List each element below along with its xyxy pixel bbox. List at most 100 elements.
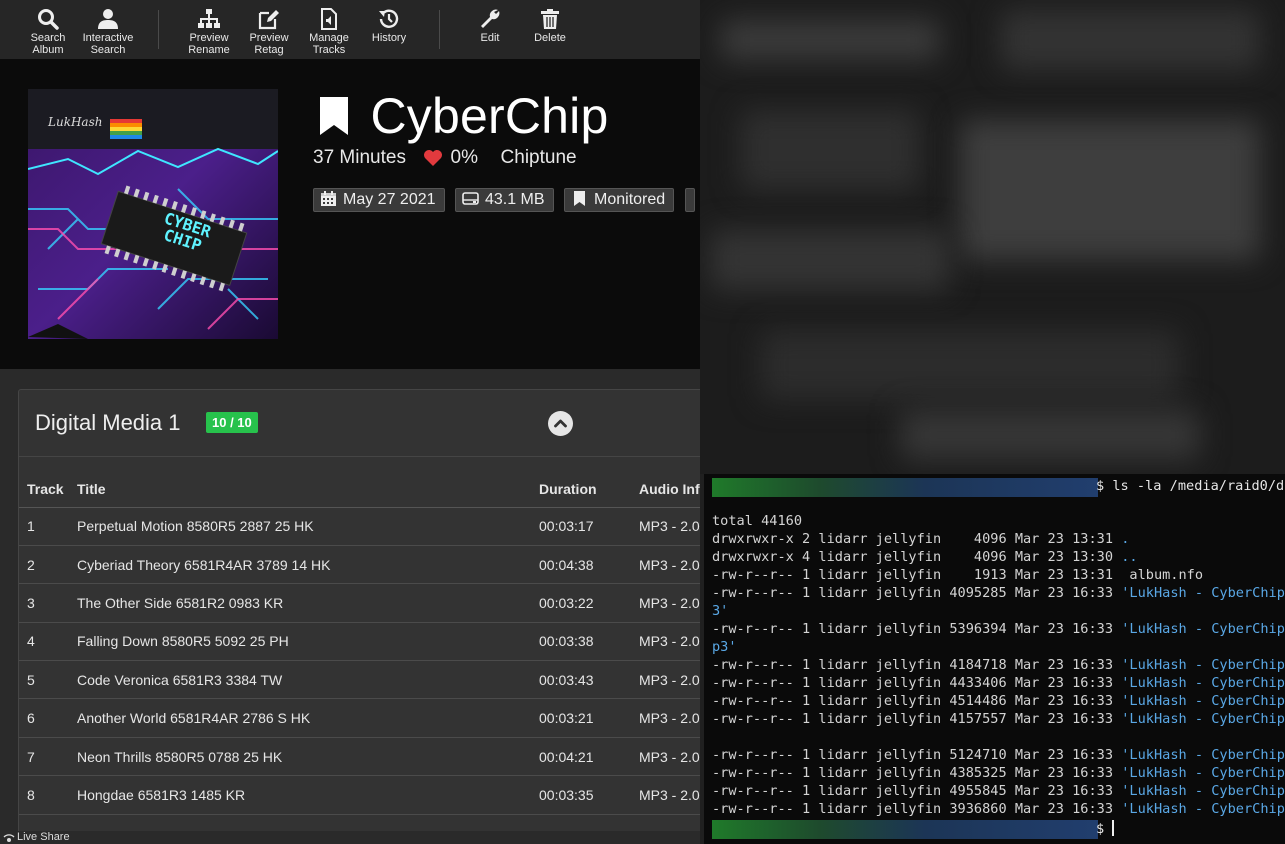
- size-tag: 43.1 MB: [454, 188, 554, 212]
- terminal-line: -rw-r--r-- 1 lidarr jellyfin 1913 Mar 23…: [712, 566, 1203, 584]
- terminal-line: -rw-r--r-- 1 lidarr jellyfin 4157557 Mar…: [712, 710, 1285, 728]
- interactive-search-button[interactable]: Interactive Search: [76, 4, 140, 56]
- manage-tracks-button[interactable]: Manage Tracks: [297, 4, 361, 56]
- column-track[interactable]: Track: [19, 472, 77, 508]
- terminal-line-text: -rw-r--r-- 1 lidarr jellyfin 5396394 Mar…: [712, 621, 1122, 637]
- track-duration: 00:03:38: [539, 622, 639, 662]
- track-audio-info: MP3 - 2.0: [639, 775, 700, 815]
- terminal-prompt: $: [1096, 820, 1115, 837]
- album-duration: 37 Minutes: [313, 147, 406, 168]
- monitored-status: Monitored: [594, 191, 666, 208]
- terminal-line: total 44160: [712, 512, 802, 530]
- search-icon: [34, 4, 62, 32]
- audio-file-icon: [315, 4, 343, 32]
- album-details-tags: May 27 2021 43.1 MB Monitored: [313, 188, 700, 212]
- track-number: 5: [19, 660, 77, 700]
- track-table: Track Title Duration Audio Info 1Perpetu…: [19, 472, 700, 815]
- search-album-label: Search Album: [30, 32, 66, 56]
- track-duration: 00:03:22: [539, 583, 639, 623]
- terminal-line: -rw-r--r-- 1 lidarr jellyfin 4433406 Mar…: [712, 674, 1285, 692]
- album-meta: 37 Minutes 0% Chiptune: [313, 147, 577, 169]
- terminal-filename: 'LukHash - CyberChip -: [1121, 711, 1285, 727]
- live-share-icon: [3, 832, 15, 844]
- track-title: Another World 6581R4AR 2786 S HK: [77, 698, 539, 738]
- terminal-line-text: drwxrwxr-x 2 lidarr jellyfin 4096 Mar 23…: [712, 531, 1122, 547]
- track-row[interactable]: 8 Hongdae 6581R3 1485 KR 00:03:35 MP3 - 2.0: [19, 775, 700, 815]
- monitored-tag: Monitored: [564, 188, 675, 212]
- terminal-filename: p3': [712, 639, 737, 655]
- delete-button[interactable]: Delete: [518, 4, 582, 44]
- toolbar-divider: [158, 10, 159, 49]
- track-row[interactable]: 3 The Other Side 6581R2 0983 KR 00:03:22 MP…: [19, 583, 700, 623]
- terminal-command: $ ls -la /media/raid0/da: [1096, 478, 1285, 494]
- terminal-line-text: -rw-r--r-- 1 lidarr jellyfin 4095285 Mar…: [712, 585, 1122, 601]
- drive-icon: [462, 191, 485, 208]
- track-title: Perpetual Motion 8580R5 2887 25 HK: [77, 507, 539, 546]
- release-date: May 27 2021: [343, 191, 436, 208]
- track-title: Neon Thrills 8580R5 0788 25 HK: [77, 737, 539, 777]
- terminal-line-text: -rw-r--r-- 1 lidarr jellyfin 4157557 Mar…: [712, 711, 1122, 727]
- track-title: Cyberiad Theory 6581R4AR 3789 14 HK: [77, 545, 539, 585]
- monitor-toggle-bookmark-icon[interactable]: [318, 95, 350, 137]
- live-share-label: Live Share: [17, 831, 70, 843]
- terminal-line: -rw-r--r-- 1 lidarr jellyfin 5396394 Mar…: [712, 620, 1285, 638]
- edit-icon: [255, 4, 283, 32]
- terminal-line: drwxrwxr-x 2 lidarr jellyfin 4096 Mar 23…: [712, 530, 1129, 548]
- sitemap-icon: [195, 4, 223, 32]
- terminal-line: drwxrwxr-x 4 lidarr jellyfin 4096 Mar 23…: [712, 548, 1138, 566]
- track-number: 2: [19, 545, 77, 585]
- track-number: 4: [19, 622, 77, 662]
- album-header: LukHash CYBER CHIP CyberChip 37 Minutes …: [0, 59, 700, 369]
- terminal-cursor: [1112, 820, 1115, 836]
- column-audio-info[interactable]: Audio Info: [639, 472, 700, 508]
- toolbar-divider: [439, 10, 440, 49]
- cover-artist-text: LukHash: [48, 115, 103, 129]
- edit-button[interactable]: Edit: [458, 4, 522, 44]
- blurred-background-window: [700, 0, 1285, 474]
- terminal-filename: 'LukHash - CyberChip -: [1121, 675, 1285, 691]
- track-title: The Other Side 6581R2 0983 KR: [77, 583, 539, 623]
- track-number: 6: [19, 698, 77, 738]
- track-row[interactable]: 6 Another World 6581R4AR 2786 S HK 00:03:2…: [19, 698, 700, 738]
- terminal-filename: 'LukHash - CyberChip -: [1121, 621, 1285, 637]
- terminal-filename: 'LukHash - CyberChip -: [1121, 783, 1285, 799]
- track-number: 1: [19, 507, 77, 546]
- history-button[interactable]: History: [357, 4, 421, 44]
- preview-rename-button[interactable]: Preview Rename: [177, 4, 241, 56]
- preview-retag-button[interactable]: Preview Retag: [237, 4, 301, 56]
- track-row[interactable]: 2 Cyberiad Theory 6581R4AR 3789 14 HK 00:0…: [19, 545, 700, 585]
- terminal-line: -rw-r--r-- 1 lidarr jellyfin 4095285 Mar…: [712, 584, 1285, 602]
- track-row[interactable]: 7 Neon Thrills 8580R5 0788 25 HK 00:04:21 M…: [19, 737, 700, 777]
- preview-rename-label: Preview Rename: [188, 32, 230, 56]
- column-duration[interactable]: Duration: [539, 472, 639, 508]
- track-duration: 00:03:21: [539, 698, 639, 738]
- chevron-up-icon: [554, 419, 567, 428]
- track-table-header: Track Title Duration Audio Info: [19, 472, 700, 508]
- track-row[interactable]: 1 Perpetual Motion 8580R5 2887 25 HK 00:03…: [19, 507, 700, 546]
- track-number: 8: [19, 775, 77, 815]
- track-row[interactable]: 5 Code Veronica 6581R3 3384 TW 00:03:43 MP3…: [19, 660, 700, 700]
- terminal-line-text: -rw-r--r-- 1 lidarr jellyfin 4955845 Mar…: [712, 783, 1122, 799]
- history-icon: [375, 4, 403, 32]
- track-duration: 00:03:17: [539, 507, 639, 546]
- user-icon: [94, 4, 122, 32]
- search-album-button[interactable]: Search Album: [16, 4, 80, 56]
- terminal-window[interactable]: $ ls -la /media/raid0/da total 44160 drwx…: [704, 474, 1285, 844]
- collapse-medium-button[interactable]: [548, 411, 573, 436]
- terminal-filename: 'LukHash - CyberChip -: [1121, 765, 1285, 781]
- history-label: History: [371, 32, 407, 44]
- calendar-icon: [320, 191, 343, 208]
- track-row[interactable]: 4 Falling Down 8580R5 5092 25 PH 00:03:38 M…: [19, 622, 700, 662]
- track-audio-info: MP3 - 2.0: [639, 583, 700, 623]
- album-toolbar: Search Album Interactive Search Preview …: [0, 0, 700, 59]
- terminal-line: -rw-r--r-- 1 lidarr jellyfin 3936860 Mar…: [712, 800, 1285, 818]
- bookmark-icon: [571, 191, 594, 208]
- track-audio-info: MP3 - 2.0: [639, 737, 700, 777]
- track-count-badge: 10 / 10: [206, 412, 258, 433]
- track-title: Code Veronica 6581R3 3384 TW: [77, 660, 539, 700]
- column-title[interactable]: Title: [77, 472, 539, 508]
- track-duration: 00:03:35: [539, 775, 639, 815]
- live-share-status[interactable]: Live Share: [0, 831, 700, 844]
- track-audio-info: MP3 - 2.0: [639, 660, 700, 700]
- terminal-line: -rw-r--r-- 1 lidarr jellyfin 4955845 Mar…: [712, 782, 1285, 800]
